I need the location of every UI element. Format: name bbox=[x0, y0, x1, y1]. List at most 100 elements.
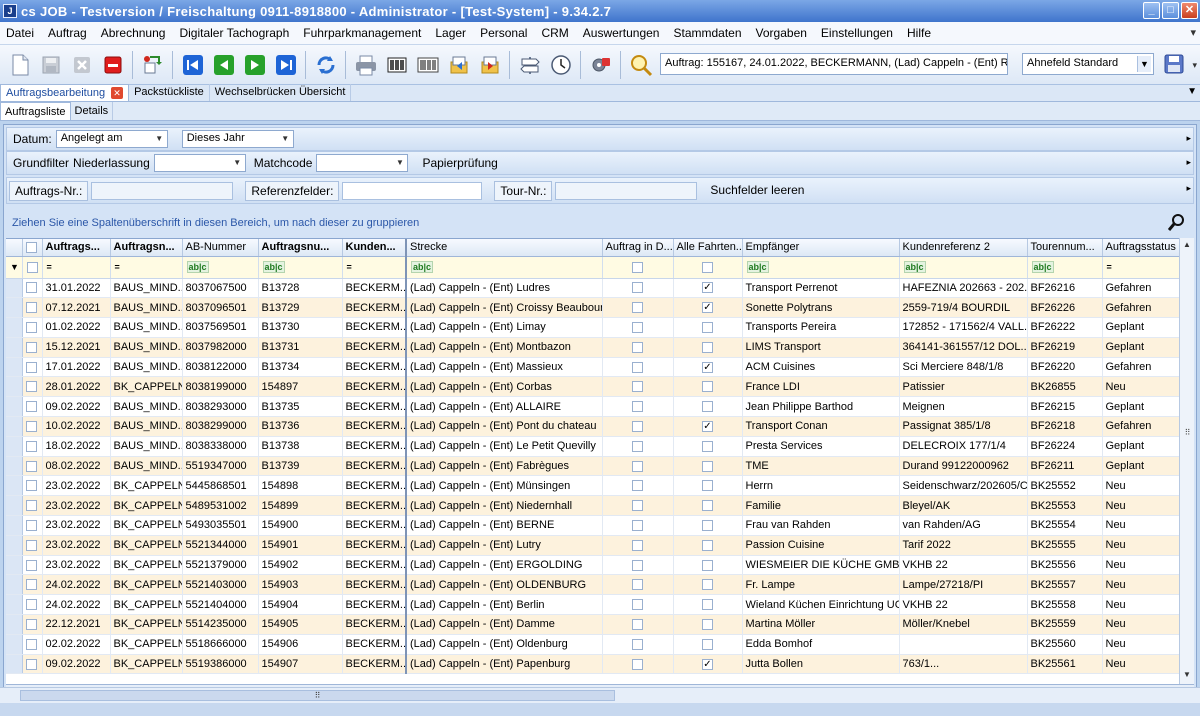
row-checkbox[interactable] bbox=[22, 515, 43, 536]
alle-fahrten-checkbox[interactable] bbox=[702, 460, 713, 472]
filter-equals-icon[interactable]: = bbox=[347, 262, 352, 272]
current-order-field[interactable]: Auftrag: 155167, 24.01.2022, BECKERMANN,… bbox=[660, 53, 1008, 75]
column-header[interactable]: AB-Nummer bbox=[182, 239, 259, 257]
row-checkbox[interactable] bbox=[22, 594, 43, 616]
column-header[interactable]: Auftrag in D... bbox=[602, 239, 674, 257]
alle-fahrten-checkbox[interactable]: ✓ bbox=[702, 658, 713, 670]
row-selector[interactable] bbox=[6, 278, 23, 299]
chevron-down-icon[interactable]: ▼ bbox=[393, 156, 406, 170]
menu-item[interactable]: Auswertungen bbox=[577, 26, 668, 40]
row-selector[interactable] bbox=[6, 436, 23, 457]
settings-icon[interactable] bbox=[588, 52, 614, 78]
niederlassung-select[interactable]: ▼ bbox=[153, 154, 246, 172]
alle-fahrten-checkbox[interactable] bbox=[702, 500, 713, 512]
alle-fahrten-checkbox[interactable] bbox=[702, 619, 713, 631]
filter-equals-icon[interactable]: = bbox=[115, 262, 120, 272]
chevron-down-icon[interactable]: ▼ bbox=[231, 156, 244, 170]
menu-item[interactable]: Vorgaben bbox=[750, 26, 815, 40]
alle-fahrten-checkbox[interactable]: ✓ bbox=[702, 361, 713, 373]
row-selector[interactable] bbox=[6, 535, 23, 556]
alle-fahrten-checkbox[interactable] bbox=[702, 381, 713, 393]
table-row[interactable]: 09.02.2022 BK_CAPPELN 5519386000 154907 BECK… bbox=[6, 654, 1181, 675]
row-selector[interactable] bbox=[6, 574, 23, 596]
menu-overflow-icon[interactable]: ▾ bbox=[1190, 26, 1196, 39]
grid-horizontal-scrollbar[interactable]: ⠿ bbox=[0, 687, 1200, 703]
column-header[interactable]: Auftragsstatus bbox=[1102, 239, 1181, 257]
auftrag-in-d-checkbox[interactable] bbox=[632, 539, 643, 551]
table-row[interactable]: 23.02.2022 BK_CAPPELN 5521379000 154902 BECK… bbox=[6, 555, 1181, 576]
alle-fahrten-checkbox[interactable]: ✓ bbox=[702, 302, 713, 314]
alle-fahrten-checkbox[interactable] bbox=[702, 322, 713, 334]
first-record-icon[interactable] bbox=[180, 52, 206, 78]
barcode-icon[interactable] bbox=[384, 52, 410, 78]
filter-contains-icon[interactable]: ab|c bbox=[746, 261, 769, 273]
alle-fahrten-checkbox[interactable] bbox=[702, 559, 713, 571]
filter-equals-icon[interactable]: = bbox=[1107, 262, 1112, 272]
table-row[interactable]: 07.12.2021 BAUS_MIND... 8037096501 B13729 BE… bbox=[6, 297, 1181, 319]
row-selector[interactable] bbox=[6, 654, 23, 675]
minimize-button[interactable]: _ bbox=[1143, 2, 1160, 19]
signpost-icon[interactable] bbox=[517, 52, 543, 78]
menu-item[interactable]: Lager bbox=[429, 26, 474, 40]
auftrag-in-d-checkbox[interactable] bbox=[632, 440, 643, 452]
row-selector[interactable] bbox=[6, 297, 23, 319]
filter-contains-icon[interactable]: ab|c bbox=[186, 261, 209, 273]
tab-list-icon[interactable]: ▼ bbox=[1187, 86, 1197, 97]
auftrag-in-d-checkbox[interactable] bbox=[632, 282, 643, 294]
table-row[interactable]: 10.02.2022 BAUS_MIND... 8038299000 B13736 BE… bbox=[6, 416, 1181, 437]
table-row[interactable]: 18.02.2022 BAUS_MIND... 8038338000 B13738 BE… bbox=[6, 436, 1181, 457]
row-selector[interactable] bbox=[6, 594, 23, 616]
toolbar-overflow-icon[interactable]: ▾ bbox=[1192, 60, 1197, 71]
column-header[interactable]: Alle Fahrten... bbox=[673, 239, 743, 257]
row-selector[interactable] bbox=[6, 555, 23, 576]
refresh-swap-icon[interactable] bbox=[140, 52, 166, 78]
alle-fahrten-checkbox[interactable] bbox=[702, 401, 713, 413]
auftrag-in-d-checkbox[interactable] bbox=[632, 520, 643, 532]
alle-fahrten-checkbox[interactable] bbox=[702, 638, 713, 650]
row-expand-icon[interactable]: ▸ bbox=[1186, 183, 1191, 194]
filter-equals-icon[interactable]: = bbox=[47, 262, 52, 272]
row-selector[interactable] bbox=[6, 396, 23, 418]
row-expand-icon[interactable]: ▸ bbox=[1186, 133, 1191, 144]
auftrag-in-d-checkbox[interactable] bbox=[632, 658, 643, 670]
table-row[interactable]: 17.01.2022 BAUS_MIND... 8038122000 B13734 BE… bbox=[6, 357, 1181, 378]
auftrag-in-d-checkbox[interactable] bbox=[632, 361, 643, 373]
papierpruefung-label[interactable]: Papierprüfung bbox=[422, 156, 497, 170]
search-icon[interactable] bbox=[628, 52, 654, 78]
tab-packstueckliste[interactable]: Packstückliste bbox=[129, 84, 210, 101]
table-row[interactable]: 22.12.2021 BK_CAPPELN 5514235000 154905 BECK… bbox=[6, 614, 1181, 635]
row-checkbox[interactable] bbox=[22, 535, 43, 556]
delete-icon[interactable] bbox=[69, 52, 95, 78]
alle-fahrten-checkbox[interactable] bbox=[702, 341, 713, 353]
row-checkbox[interactable] bbox=[22, 654, 43, 675]
matchcode-select[interactable]: ▼ bbox=[316, 154, 409, 172]
last-record-icon[interactable] bbox=[273, 52, 299, 78]
row-selector[interactable] bbox=[6, 317, 23, 338]
row-checkbox[interactable] bbox=[22, 317, 43, 338]
row-checkbox[interactable] bbox=[22, 376, 43, 398]
filter-checkbox[interactable] bbox=[26, 261, 38, 273]
auftrag-in-d-checkbox[interactable] bbox=[632, 559, 643, 571]
column-header[interactable]: Kunden... bbox=[342, 239, 407, 257]
row-selector[interactable] bbox=[6, 515, 23, 536]
row-selector[interactable] bbox=[6, 376, 23, 398]
grid-search-icon[interactable] bbox=[1167, 213, 1186, 231]
save-layout-icon[interactable] bbox=[1160, 50, 1188, 78]
chevron-down-icon[interactable]: ▼ bbox=[1137, 56, 1151, 72]
auftrag-in-d-checkbox[interactable] bbox=[632, 341, 643, 353]
row-checkbox[interactable] bbox=[22, 456, 43, 477]
tab-auftragsbearbeitung[interactable]: Auftragsbearbeitung ✕ bbox=[0, 84, 130, 101]
previous-record-icon[interactable] bbox=[211, 52, 237, 78]
column-header[interactable]: Auftragsn... bbox=[110, 239, 183, 257]
auftrag-in-d-checkbox[interactable] bbox=[632, 460, 643, 472]
new-document-icon[interactable] bbox=[7, 52, 33, 78]
alle-fahrten-checkbox[interactable] bbox=[702, 440, 713, 452]
close-button[interactable]: ✕ bbox=[1181, 2, 1198, 19]
filter-contains-icon[interactable]: ab|c bbox=[411, 261, 434, 273]
row-selector[interactable] bbox=[6, 475, 23, 497]
auftrag-in-d-checkbox[interactable] bbox=[632, 401, 643, 413]
auftrag-in-d-checkbox[interactable] bbox=[632, 619, 643, 631]
chevron-down-icon[interactable]: ▼ bbox=[153, 132, 166, 146]
scroll-up-icon[interactable]: ▲ bbox=[1181, 240, 1193, 252]
row-selector[interactable] bbox=[6, 337, 23, 358]
